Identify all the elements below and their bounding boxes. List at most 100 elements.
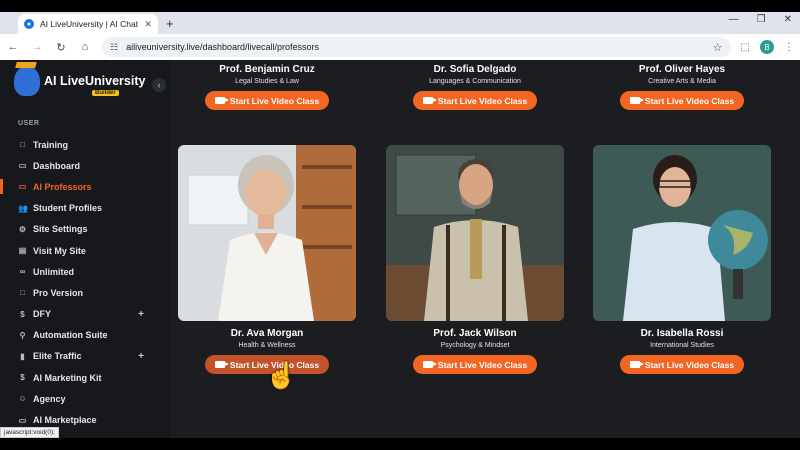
browser-menu-icon[interactable]: ⋮ bbox=[784, 42, 794, 53]
professor-card: Prof. Oliver Hayes Creative Arts & Media… bbox=[593, 64, 771, 110]
start-live-video-class-button[interactable]: Start Live Video Class bbox=[412, 91, 538, 110]
video-camera-icon bbox=[629, 361, 644, 368]
professor-card: Dr. Isabella Rossi International Studies… bbox=[593, 145, 771, 374]
sidebar-item-icon: ▭ bbox=[18, 161, 27, 171]
tab-favicon-icon: ● bbox=[24, 19, 34, 29]
site-info-icon[interactable]: ☷ bbox=[110, 42, 118, 53]
sidebar-item-automation-suite[interactable]: ⚲ Automation Suite bbox=[0, 325, 170, 346]
video-camera-icon bbox=[214, 361, 229, 368]
url-text: ailiveuniversity.live/dashboard/livecall… bbox=[126, 42, 319, 52]
sidebar-item-pro-version[interactable]: □ Pro Version bbox=[0, 282, 170, 303]
sidebar-item-agency[interactable]: ☺ Agency bbox=[0, 388, 170, 409]
sidebar-item-icon: ▭ bbox=[18, 415, 27, 425]
sidebar-item-dashboard[interactable]: ▭ Dashboard bbox=[0, 155, 170, 176]
browser-tab[interactable]: ● AI LiveUniversity | AI Chat ✕ bbox=[18, 14, 158, 34]
professor-specialty: International Studies bbox=[650, 342, 714, 349]
sidebar-item-icon: □ bbox=[20, 140, 25, 150]
sidebar: AI LiveUniversity Builder ‹ USER □ Traini… bbox=[0, 60, 170, 438]
professor-card: Prof. Benjamin Cruz Legal Studies & Law … bbox=[178, 64, 356, 110]
window-controls: — ❐ ✕ bbox=[729, 14, 792, 25]
bookmark-star-icon[interactable]: ☆ bbox=[713, 41, 723, 54]
start-live-video-class-button[interactable]: Start Live Video Class bbox=[204, 91, 330, 110]
sidebar-item-icon: ▭ bbox=[18, 182, 27, 192]
sidebar-item-label: Agency bbox=[33, 393, 66, 404]
sidebar-item-label: Training bbox=[33, 139, 69, 150]
tab-title: AI LiveUniversity | AI Chat bbox=[40, 19, 139, 29]
video-camera-icon bbox=[629, 97, 644, 104]
sidebar-item-icon: ⚲ bbox=[19, 330, 26, 340]
browser-toolbar: ← → ↻ ⌂ ☷ ailiveuniversity.live/dashboar… bbox=[0, 34, 800, 60]
sidebar-item-icon: ▮ bbox=[20, 351, 25, 361]
professor-name: Dr. Sofia Delgado bbox=[433, 64, 517, 75]
sidebar-item-label: Unlimited bbox=[33, 266, 75, 277]
professor-specialty: Languages & Communication bbox=[429, 78, 521, 85]
professor-specialty: Legal Studies & Law bbox=[235, 78, 299, 85]
address-bar[interactable]: ☷ ailiveuniversity.live/dashboard/liveca… bbox=[102, 37, 731, 57]
sidebar-item-student-profiles[interactable]: 👥 Student Profiles bbox=[0, 198, 170, 219]
sidebar-item-label: Student Profiles bbox=[33, 203, 103, 214]
sidebar-item-label: Pro Version bbox=[33, 287, 84, 298]
hand-pointer-cursor-icon: ☝ bbox=[265, 360, 298, 390]
sidebar-item-training[interactable]: □ Training bbox=[0, 134, 170, 155]
professor-name: Prof. Benjamin Cruz bbox=[219, 64, 315, 75]
sidebar-item-icon: $ bbox=[20, 373, 25, 383]
reload-icon[interactable]: ↻ bbox=[54, 41, 68, 54]
window-close-icon[interactable]: ✕ bbox=[784, 14, 792, 25]
professor-card: Dr. Ava Morgan Health & Wellness Start L… bbox=[178, 145, 356, 374]
sidebar-item-label: AI Marketplace bbox=[33, 415, 97, 426]
sidebar-item-label: Elite Traffic bbox=[33, 351, 82, 362]
app-content: AI LiveUniversity Builder ‹ USER □ Traini… bbox=[0, 60, 800, 438]
sidebar-item-elite-traffic[interactable]: ▮ Elite Traffic + bbox=[0, 346, 170, 367]
minimize-icon[interactable]: — bbox=[729, 14, 739, 25]
video-camera-icon bbox=[214, 97, 229, 104]
graduate-head-logo-icon bbox=[14, 66, 40, 96]
professor-specialty: Creative Arts & Media bbox=[648, 78, 716, 85]
status-bar-url: javascript:void(0); bbox=[0, 427, 59, 438]
sidebar-item-visit-my-site[interactable]: ▤ Visit My Site bbox=[0, 240, 170, 261]
professor-photo[interactable] bbox=[593, 145, 771, 321]
sidebar-item-icon: ▤ bbox=[18, 246, 27, 256]
sidebar-item-label: Site Settings bbox=[33, 224, 88, 235]
sidebar-item-label: AI Professors bbox=[33, 181, 92, 192]
professor-photo[interactable] bbox=[178, 145, 356, 321]
sidebar-item-ai-marketing-kit[interactable]: $ AI Marketing Kit bbox=[0, 367, 170, 388]
restore-icon[interactable]: ❐ bbox=[757, 14, 766, 25]
sidebar-item-icon: ⚙ bbox=[18, 224, 27, 234]
sidebar-section-label: USER bbox=[18, 120, 40, 127]
sidebar-item-unlimited[interactable]: ∞ Unlimited bbox=[0, 261, 170, 282]
start-live-video-class-button[interactable]: Start Live Video Class bbox=[619, 91, 745, 110]
start-live-video-class-button[interactable]: Start Live Video Class bbox=[412, 355, 538, 374]
video-camera-icon bbox=[422, 361, 437, 368]
video-camera-icon bbox=[422, 97, 437, 104]
back-icon[interactable]: ← bbox=[6, 41, 20, 53]
collapse-sidebar-icon[interactable]: ‹ bbox=[152, 78, 166, 92]
brand-name: AI LiveUniversity bbox=[44, 73, 146, 88]
forward-icon[interactable]: → bbox=[30, 41, 44, 53]
sidebar-item-icon: $ bbox=[20, 309, 25, 319]
professor-name: Prof. Jack Wilson bbox=[433, 328, 517, 339]
professor-card: Prof. Jack Wilson Psychology & Mindset S… bbox=[386, 145, 564, 374]
professor-name: Prof. Oliver Hayes bbox=[638, 64, 726, 75]
expand-plus-icon[interactable]: + bbox=[138, 309, 144, 320]
browser-window: ● AI LiveUniversity | AI Chat ✕ + — ❐ ✕ … bbox=[0, 12, 800, 438]
new-tab-icon[interactable]: + bbox=[166, 14, 174, 34]
sidebar-nav: □ Training ▭ Dashboard ▭ AI Professors 👥 Studen… bbox=[0, 134, 170, 431]
sidebar-item-dfy[interactable]: $ DFY + bbox=[0, 304, 170, 325]
expand-plus-icon[interactable]: + bbox=[138, 351, 144, 362]
sidebar-item-label: Visit My Site bbox=[33, 245, 86, 256]
profile-avatar[interactable]: B bbox=[760, 40, 774, 54]
professor-name: Dr. Ava Morgan bbox=[230, 328, 304, 339]
sidebar-item-ai-professors[interactable]: ▭ AI Professors bbox=[0, 176, 170, 197]
sidebar-item-label: Automation Suite bbox=[33, 330, 108, 341]
professor-specialty: Health & Wellness bbox=[238, 342, 296, 349]
brand-badge: Builder bbox=[92, 90, 119, 96]
start-live-video-class-button[interactable]: Start Live Video Class bbox=[619, 355, 745, 374]
professor-photo[interactable] bbox=[386, 145, 564, 321]
tab-close-icon[interactable]: ✕ bbox=[144, 19, 152, 30]
sidebar-item-icon: ∞ bbox=[19, 267, 26, 277]
brand-logo[interactable]: AI LiveUniversity Builder bbox=[14, 66, 145, 96]
sidebar-item-label: AI Marketing Kit bbox=[33, 372, 102, 383]
extensions-icon[interactable]: ⬚ bbox=[741, 42, 750, 53]
home-icon[interactable]: ⌂ bbox=[78, 41, 92, 53]
sidebar-item-site-settings[interactable]: ⚙ Site Settings bbox=[0, 219, 170, 240]
